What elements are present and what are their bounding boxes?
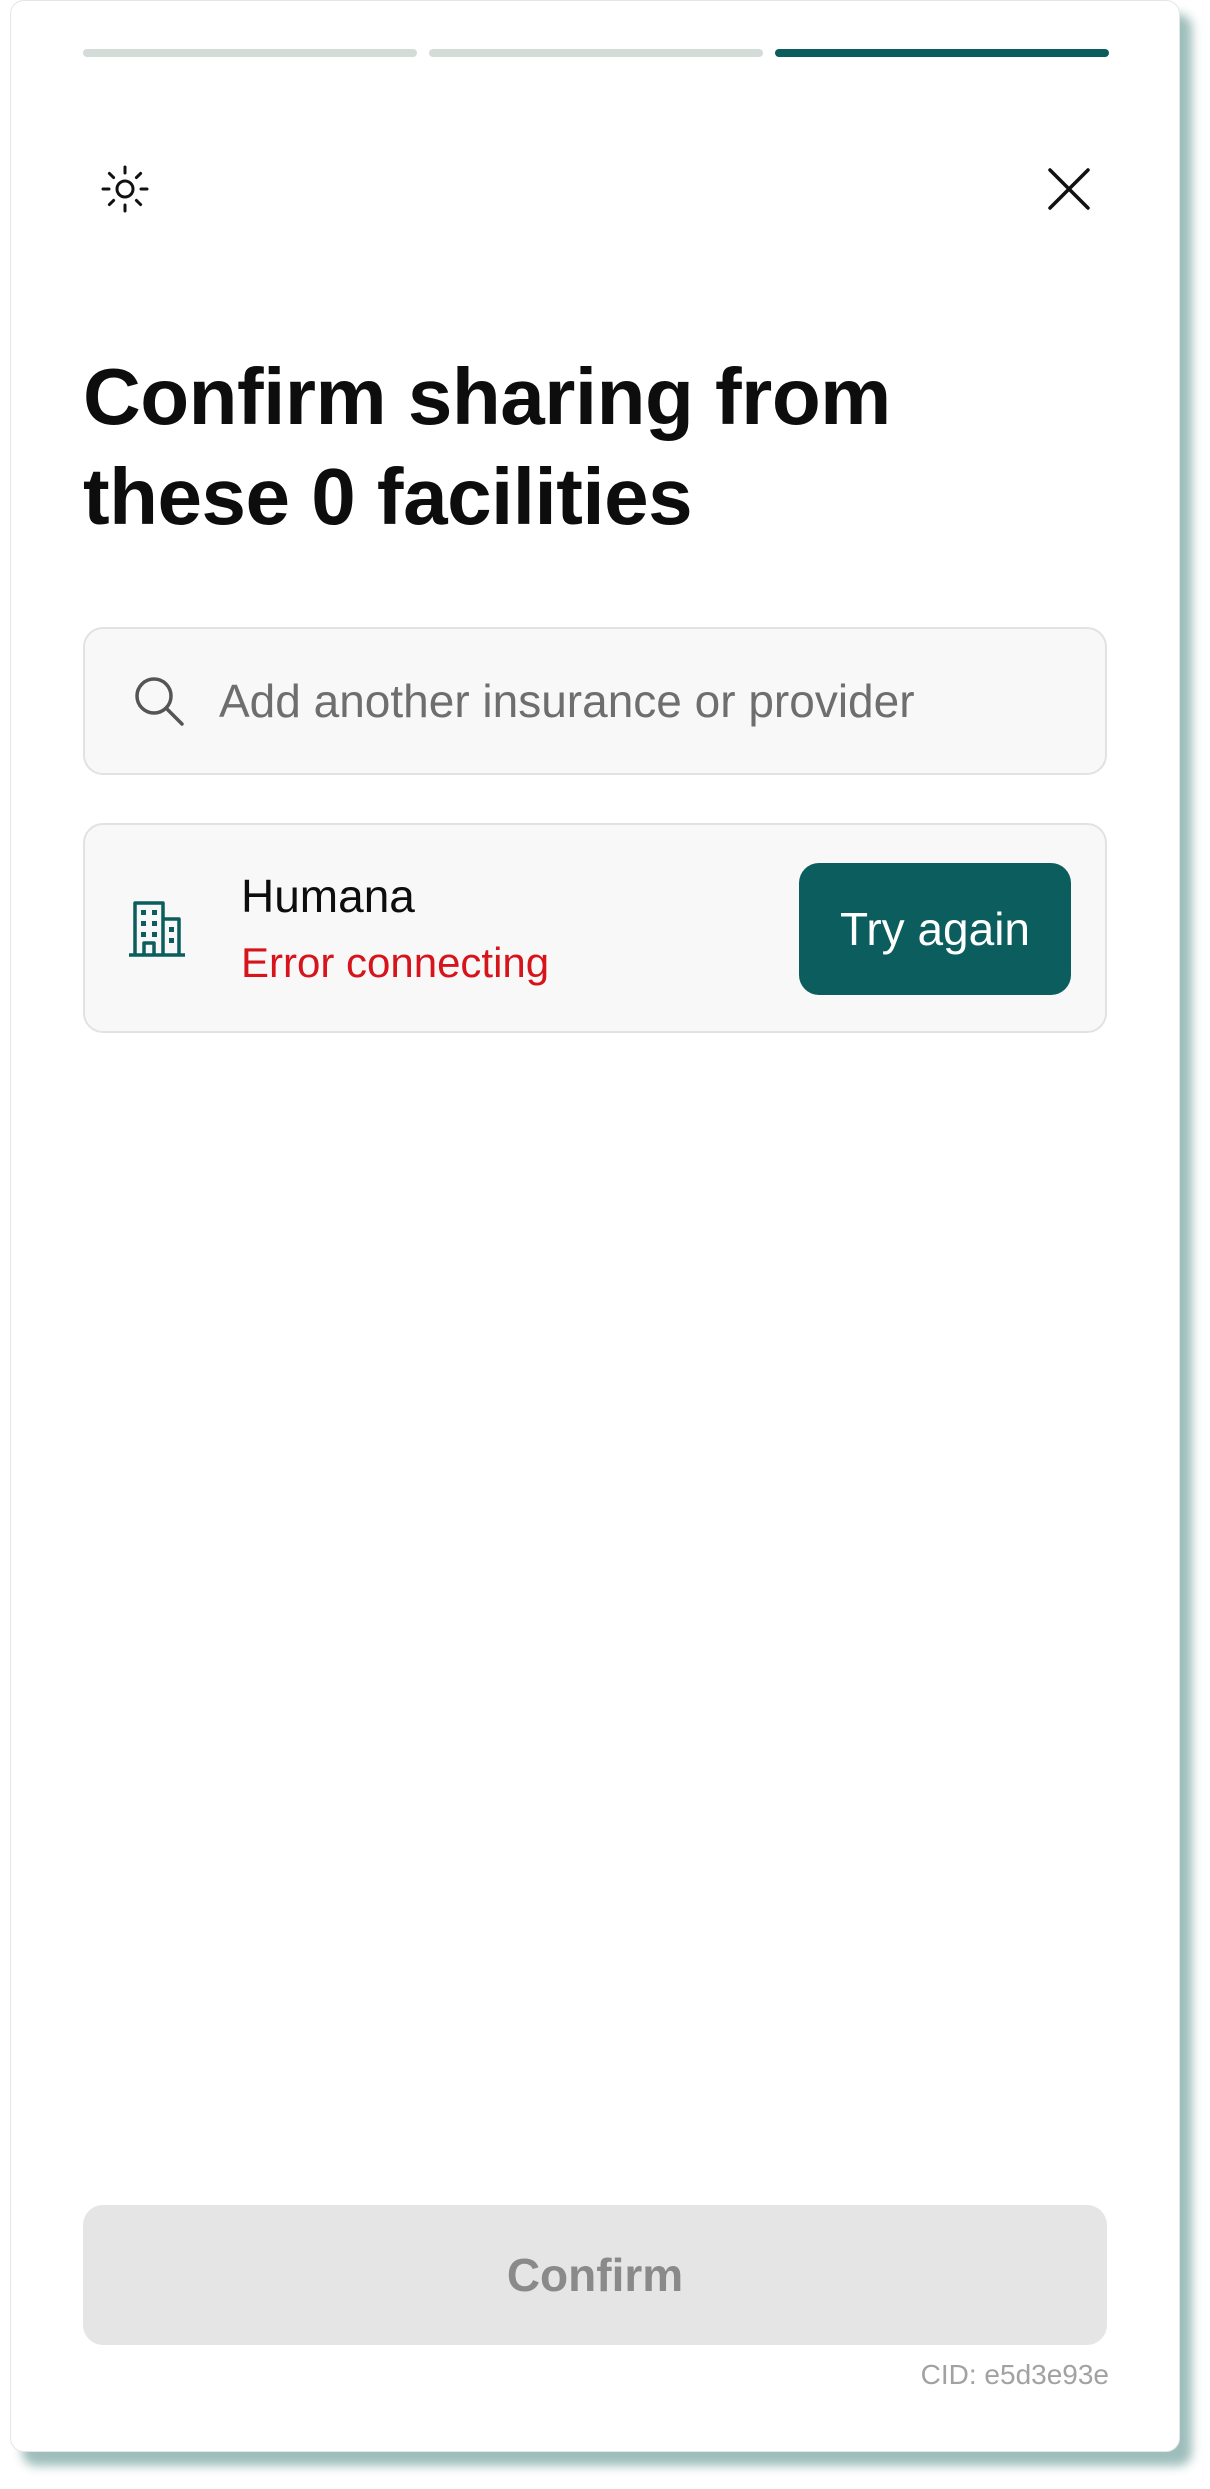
facility-error-status: Error connecting <box>241 939 550 986</box>
progress-steps <box>83 49 1109 57</box>
page-title-line-2: these 0 facilities <box>83 452 693 541</box>
progress-step-1 <box>83 49 417 57</box>
connect-modal: Confirm sharing from these 0 facilities <box>10 0 1180 2452</box>
confirm-button[interactable]: Confirm <box>83 2205 1107 2345</box>
page-title-line-1: Confirm sharing from <box>83 352 891 441</box>
close-icon <box>1048 168 1090 210</box>
progress-step-3 <box>775 49 1109 57</box>
progress-step-2 <box>429 49 763 57</box>
close-button[interactable] <box>1041 161 1097 217</box>
facility-name: Humana <box>241 870 415 922</box>
correlation-id: CID: e5d3e93e <box>920 2359 1109 2390</box>
search-icon <box>129 671 189 731</box>
search-input[interactable] <box>217 673 1061 729</box>
facility-card: Humana Error connecting Try again <box>83 823 1107 1033</box>
building-icon <box>129 901 185 957</box>
sun-icon <box>101 165 149 213</box>
theme-toggle-button[interactable] <box>97 161 153 217</box>
search-box[interactable] <box>83 627 1107 775</box>
page-title: Confirm sharing from these 0 facilities <box>83 347 983 547</box>
try-again-button[interactable]: Try again <box>799 863 1071 995</box>
